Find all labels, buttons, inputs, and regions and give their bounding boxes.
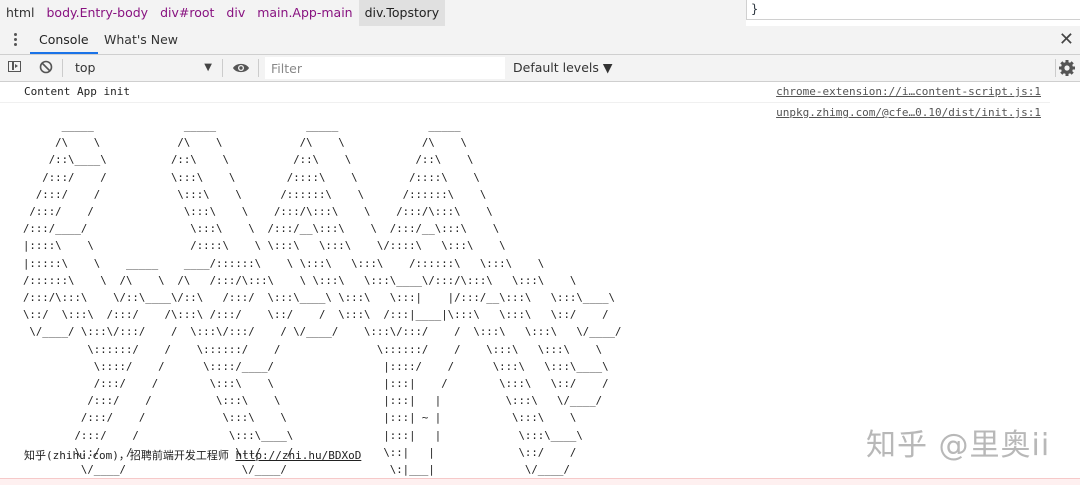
styles-pane: } — [746, 0, 1080, 20]
source-link[interactable]: unpkg.zhimg.com/@cfe…0.10/dist/init.js:1 — [776, 106, 1041, 119]
close-icon[interactable]: ✕ — [1059, 29, 1074, 50]
breadcrumb: html body.Entry-body div#root div main.A… — [0, 0, 746, 27]
toolbar-divider — [222, 59, 223, 77]
breadcrumb-div[interactable]: div — [220, 0, 251, 26]
context-selector[interactable]: top ▼ — [70, 58, 216, 78]
drawer-tabbar: Console What's New ✕ — [0, 26, 1080, 55]
watermark: 知乎 @里奥ii — [866, 428, 1051, 463]
eye-icon[interactable] — [232, 61, 250, 75]
breadcrumb-topstory[interactable]: div.Topstory — [358, 0, 446, 26]
console-message: unpkg.zhimg.com/@cfe…0.10/dist/init.js:1… — [0, 103, 1050, 476]
ascii-art: _____ _____ _____ _____ /\ \ /\ \ /\ \ /… — [23, 119, 622, 477]
chevron-down-icon: ▼ — [204, 62, 212, 73]
context-value: top — [75, 60, 96, 75]
breadcrumb-html[interactable]: html — [0, 0, 40, 26]
breadcrumb-root[interactable]: div#root — [154, 0, 220, 26]
toolbar-divider — [62, 59, 63, 77]
toolbar-divider — [258, 59, 259, 77]
filter-input[interactable] — [265, 57, 505, 79]
tab-whats-new[interactable]: What's New — [95, 26, 187, 54]
recruit-link[interactable]: http://zhi.hu/BDXoD — [235, 449, 361, 462]
sidebar-icon[interactable] — [8, 61, 21, 72]
console-message: Content App init chrome-extension://i…co… — [0, 82, 1050, 103]
log-levels-dropdown[interactable]: Default levels ▼ — [513, 58, 612, 78]
gear-icon[interactable] — [1058, 59, 1076, 77]
breadcrumb-body[interactable]: body.Entry-body — [40, 0, 154, 26]
console-toolbar: top ▼ Default levels ▼ — [0, 55, 1080, 82]
console-footer-line: 知乎(zhihu.com)，招聘前端开发工程师 http://zhi.hu/BD… — [24, 447, 361, 463]
footer-text: 知乎(zhihu.com)，招聘前端开发工程师 — [24, 449, 236, 462]
clear-console-icon[interactable] — [39, 60, 53, 74]
console-message-text: Content App init — [24, 85, 130, 98]
toolbar-divider — [1055, 59, 1056, 77]
breadcrumb-main[interactable]: main.App-main — [251, 0, 358, 26]
source-link[interactable]: chrome-extension://i…content-script.js:1 — [776, 85, 1041, 98]
tab-console[interactable]: Console — [30, 26, 98, 54]
more-menu-icon[interactable] — [11, 32, 19, 48]
